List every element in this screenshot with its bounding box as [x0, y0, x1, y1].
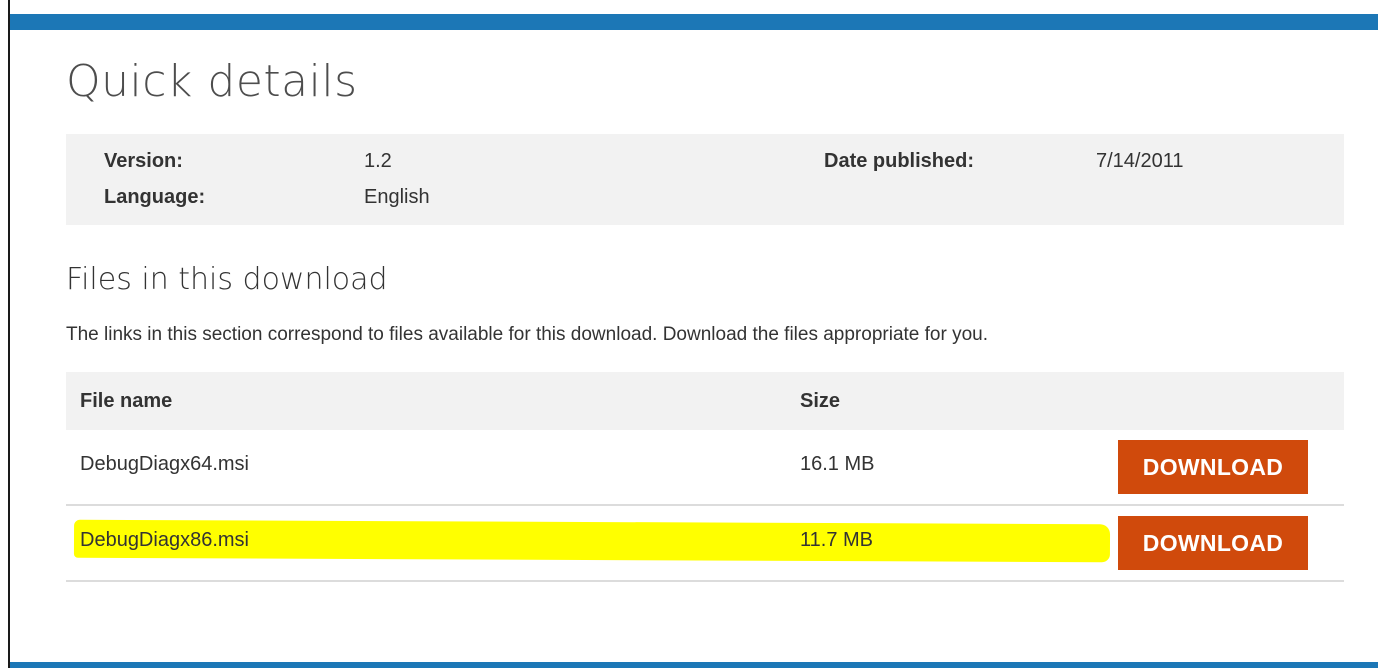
column-header-size: Size — [800, 390, 841, 412]
table-row: DebugDiagx64.msi 16.1 MB DOWNLOAD — [66, 430, 1344, 506]
language-value: English — [364, 186, 430, 208]
table-header: File name Size — [66, 372, 1344, 430]
download-button-x64[interactable]: DOWNLOAD — [1118, 440, 1308, 494]
bottom-accent-bar — [10, 662, 1378, 668]
file-name-cell: DebugDiagx86.msi — [80, 529, 249, 551]
file-name-cell: DebugDiagx64.msi — [80, 453, 249, 475]
page: Quick details Version: 1.2 Language: Eng… — [0, 0, 1378, 668]
file-size-cell: 11.7 MB — [800, 529, 873, 551]
version-label: Version: — [104, 150, 183, 172]
page-title: Quick details — [66, 56, 358, 107]
table-row: DebugDiagx86.msi 11.7 MB DOWNLOAD — [66, 506, 1344, 582]
language-label: Language: — [104, 186, 206, 208]
files-section-heading: Files in this download — [66, 262, 388, 297]
top-accent-bar — [10, 14, 1378, 30]
date-published-label: Date published: — [824, 150, 975, 172]
date-published-value: 7/14/2011 — [1096, 150, 1184, 172]
files-table: File name Size DebugDiagx64.msi 16.1 MB … — [66, 372, 1344, 582]
file-size-cell: 16.1 MB — [800, 453, 875, 475]
download-button-x86[interactable]: DOWNLOAD — [1118, 516, 1308, 570]
window-left-border — [8, 0, 10, 668]
files-section-description: The links in this section correspond to … — [66, 324, 989, 345]
column-header-file-name: File name — [80, 390, 173, 412]
quick-details-panel: Version: 1.2 Language: English Date publ… — [66, 134, 1344, 225]
version-value: 1.2 — [364, 150, 392, 172]
